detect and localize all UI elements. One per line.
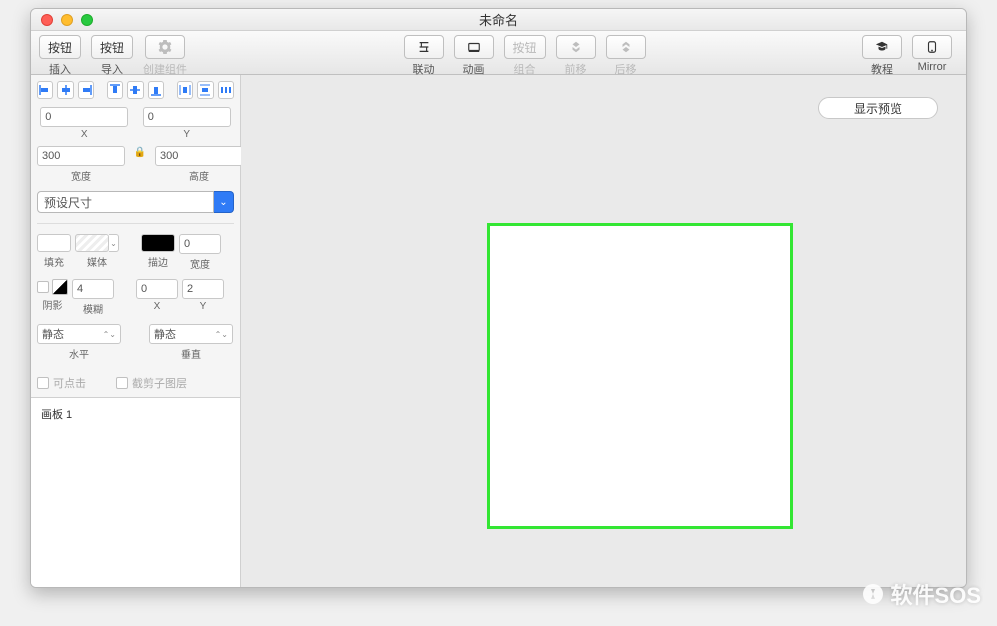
align-left-icon (39, 84, 51, 96)
shadow-swatch[interactable] (52, 279, 68, 295)
sidebar: X Y 宽度 🔒 高度 (31, 75, 241, 587)
scroll-h-select[interactable]: 静态⌃⌄ (37, 324, 121, 344)
align-top-button[interactable] (107, 81, 123, 99)
distribute-h-icon (179, 84, 191, 96)
x-input[interactable] (40, 107, 128, 127)
mirror-label: Mirror (918, 61, 947, 73)
distribute-spacing-button[interactable] (218, 81, 234, 99)
align-top-icon (109, 84, 121, 96)
y-input[interactable] (143, 107, 231, 127)
inspector-panel: X Y 宽度 🔒 高度 (31, 75, 240, 397)
clickable-checkbox[interactable] (37, 377, 49, 389)
width-input[interactable] (37, 146, 125, 166)
distribute-v-button[interactable] (197, 81, 213, 99)
artboard-1[interactable] (487, 223, 793, 529)
animation-icon (467, 40, 481, 54)
shadow-y-input[interactable] (182, 279, 224, 299)
distribute-h-button[interactable] (177, 81, 193, 99)
chevron-down-icon[interactable]: ⌄ (214, 191, 234, 213)
media-label: 媒体 (87, 254, 107, 269)
align-bottom-icon (150, 84, 162, 96)
blur-label: 模糊 (83, 301, 103, 316)
artboard-item[interactable]: 画板 1 (41, 404, 230, 424)
height-label: 高度 (189, 168, 209, 183)
fill-swatch[interactable] (37, 234, 71, 252)
stroke-swatch[interactable] (141, 234, 175, 252)
height-input[interactable] (155, 146, 243, 166)
insert-button[interactable]: 按钮 (39, 35, 81, 59)
toolbar: 按钮 插入 按钮 导入 创建组件 联动 动画 按钮 (31, 31, 966, 75)
align-left-button[interactable] (37, 81, 53, 99)
mirror-icon (925, 40, 939, 54)
link-icon (417, 40, 431, 54)
width-label: 宽度 (71, 168, 91, 183)
mirror-button[interactable] (912, 35, 952, 59)
scroll-h-label: 水平 (69, 346, 89, 361)
clip-checkbox[interactable] (116, 377, 128, 389)
x-label: X (81, 129, 88, 140)
shadow-y-label: Y (200, 301, 207, 312)
send-backward-icon (619, 40, 633, 54)
backward-button (606, 35, 646, 59)
scroll-v-select[interactable]: 静态⌃⌄ (149, 324, 233, 344)
link-button[interactable] (404, 35, 444, 59)
align-right-button[interactable] (78, 81, 94, 99)
preset-size-select[interactable]: 预设尺寸 (37, 191, 214, 213)
blur-input[interactable] (72, 279, 114, 299)
align-center-v-icon (129, 84, 141, 96)
alignment-row (37, 81, 234, 99)
distribute-v-icon (199, 84, 211, 96)
stroke-label: 描边 (148, 254, 168, 269)
scroll-v-label: 垂直 (181, 346, 201, 361)
shadow-x-input[interactable] (136, 279, 178, 299)
animation-button[interactable] (454, 35, 494, 59)
shadow-checkbox[interactable] (37, 281, 49, 293)
titlebar[interactable]: 未命名 (31, 9, 966, 31)
watermark: 软件SOS (861, 578, 981, 610)
create-component-button (145, 35, 185, 59)
align-bottom-button[interactable] (148, 81, 164, 99)
media-swatch[interactable] (75, 234, 109, 252)
content-area: X Y 宽度 🔒 高度 (31, 75, 966, 587)
graduation-cap-icon (875, 40, 889, 54)
shadow-x-label: X (154, 301, 161, 312)
y-label: Y (183, 129, 190, 140)
canvas[interactable]: 显示预览 (241, 75, 966, 587)
forward-button (556, 35, 596, 59)
media-dropdown[interactable]: ⌄ (109, 234, 119, 252)
import-button[interactable]: 按钮 (91, 35, 133, 59)
stroke-width-label: 宽度 (190, 256, 210, 271)
app-window: 未命名 按钮 插入 按钮 导入 创建组件 联动 动画 (30, 8, 967, 588)
align-right-icon (80, 84, 92, 96)
artboards-panel: 画板 1 (31, 397, 240, 587)
stroke-width-input[interactable] (179, 234, 221, 254)
align-center-v-button[interactable] (127, 81, 143, 99)
show-preview-button[interactable]: 显示预览 (818, 97, 938, 119)
window-title: 未命名 (31, 10, 966, 29)
clickable-label: 可点击 (53, 375, 86, 391)
bring-forward-icon (569, 40, 583, 54)
gear-icon (158, 40, 172, 54)
align-center-h-icon (60, 84, 72, 96)
watermark-icon (861, 582, 885, 606)
group-button: 按钮 (504, 35, 546, 59)
shadow-label: 阴影 (43, 297, 63, 312)
distribute-spacing-icon (220, 84, 232, 96)
tutorial-button[interactable] (862, 35, 902, 59)
clip-label: 截剪子图层 (132, 375, 187, 391)
align-center-h-button[interactable] (57, 81, 73, 99)
lock-icon[interactable]: 🔒 (135, 146, 145, 158)
fill-label: 填充 (44, 254, 64, 269)
